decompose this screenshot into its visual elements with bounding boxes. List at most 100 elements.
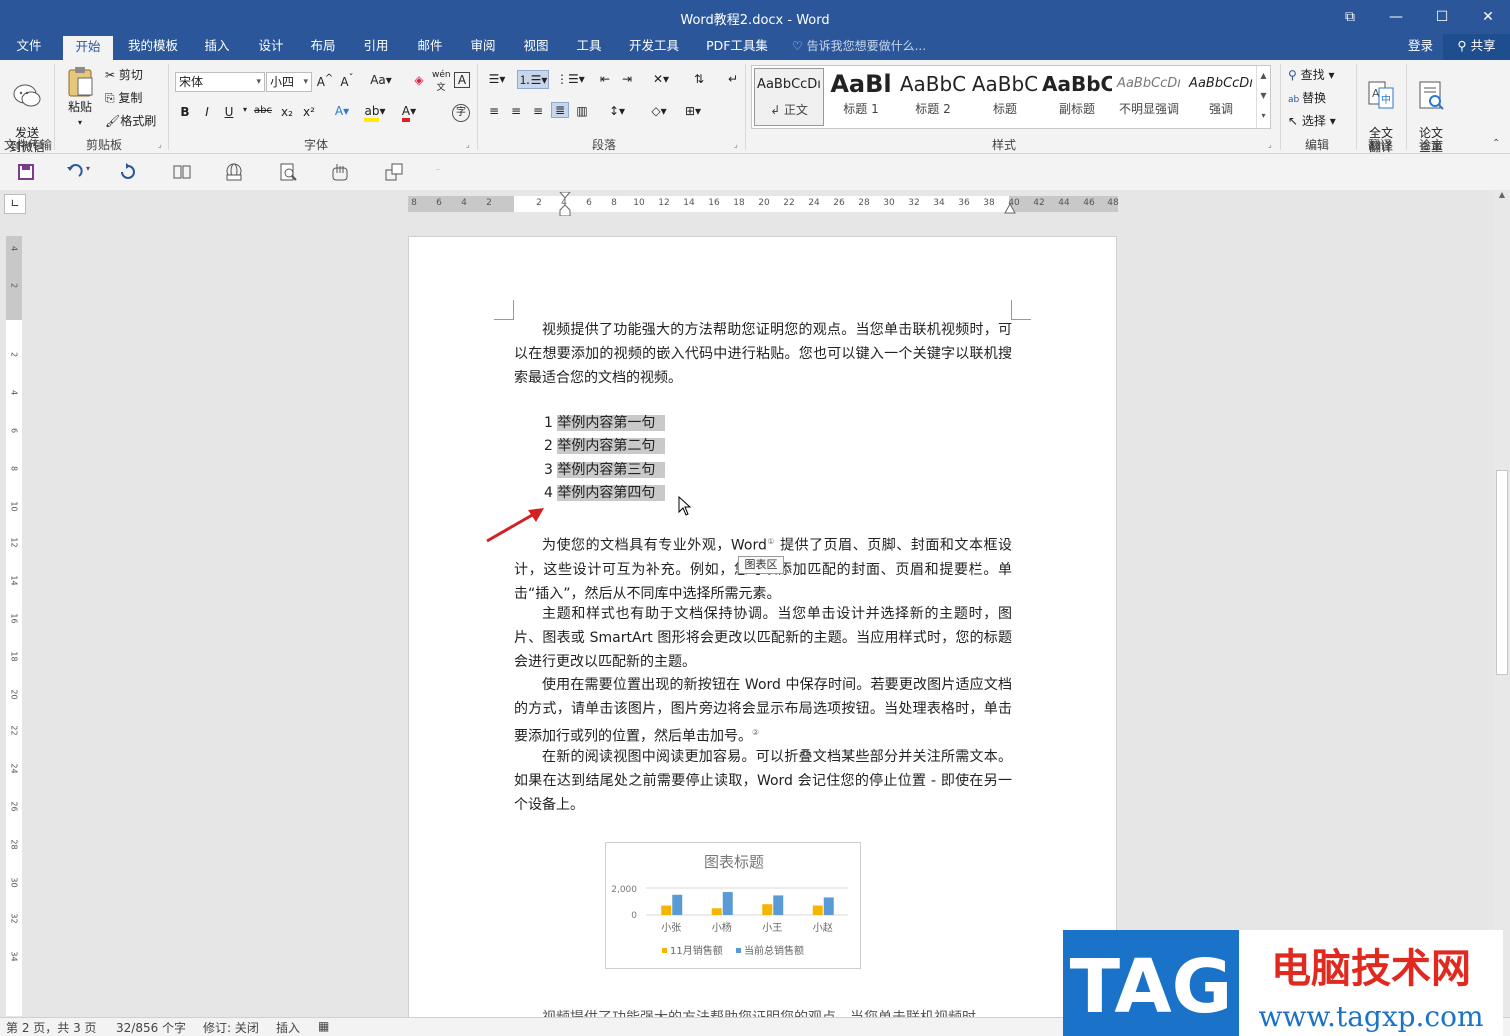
tab-design[interactable]: 设计	[250, 34, 292, 60]
customize-toolbar-icon[interactable]: ⁻	[436, 166, 456, 186]
close-button[interactable]: ✕	[1465, 0, 1510, 34]
minimize-button[interactable]: —	[1373, 0, 1419, 34]
highlight-icon[interactable]: ab▾	[362, 104, 388, 122]
italic-icon[interactable]: I	[198, 105, 216, 119]
style-subtitle[interactable]: AaBbC 副标题	[1042, 68, 1112, 126]
tab-home[interactable]: 开始	[63, 36, 113, 60]
bar-当前总销售额-小张[interactable]	[672, 894, 683, 915]
style-title[interactable]: AaBbC 标题	[970, 68, 1040, 126]
gallery-scrollbar[interactable]: ▲ ▼ ▾	[1256, 66, 1270, 128]
subscript-icon[interactable]: x₂	[278, 105, 296, 119]
web-layout-icon[interactable]	[224, 162, 244, 182]
paragraph-4[interactable]: 使用在需要位置出现的新按钮在 Word 中保存时间。若要更改图片适应文档的方式，…	[514, 673, 1012, 749]
paragraph-6[interactable]: 视频提供了功能强大的方法帮助您证明您的观点。当您单击联机视频时	[514, 1006, 1012, 1017]
paragraph-1[interactable]: 视频提供了功能强大的方法帮助您证明您的观点。当您单击联机视频时，可以在想要添加的…	[514, 318, 1012, 390]
shrink-font-icon[interactable]: Aˇ	[338, 73, 356, 89]
scrollbar-thumb[interactable]	[1496, 470, 1508, 675]
ribbon-display-options-button[interactable]: ⧉	[1327, 0, 1373, 34]
list-item[interactable]: 4 举例内容第四句	[544, 482, 666, 505]
tab-file[interactable]: 文件	[8, 34, 50, 60]
style-subtle-emphasis[interactable]: AaBbCcDı 不明显强调	[1114, 68, 1184, 126]
paste-dropdown-icon[interactable]: ▾	[78, 118, 82, 127]
dialog-launcher-icon[interactable]: ⌟	[158, 140, 162, 149]
chart-title[interactable]: 图表标题	[704, 853, 764, 871]
underline-dropdown-icon[interactable]: ▾	[236, 105, 254, 114]
redo-icon[interactable]	[118, 162, 138, 182]
list-item[interactable]: 3 举例内容第三句	[544, 459, 666, 482]
chevron-down-icon[interactable]: ▼	[1257, 86, 1270, 106]
numbered-list[interactable]: 1 举例内容第一句 2 举例内容第二句 3 举例内容第三句 4 举例内容第四句	[544, 412, 666, 506]
list-item[interactable]: 2 举例内容第二句	[544, 435, 666, 458]
dialog-launcher-icon[interactable]: ⌟	[734, 140, 738, 149]
word-count[interactable]: 32/856 个字	[116, 1019, 186, 1036]
numbering-icon[interactable]: ⒈☰▾	[517, 70, 549, 89]
clear-formatting-icon[interactable]: ◈	[410, 73, 428, 87]
paste-button[interactable]: 粘贴 ▾	[60, 66, 100, 130]
bar-11月销售额-小王[interactable]	[762, 904, 773, 915]
strikethrough-icon[interactable]: abc	[254, 105, 272, 116]
legend-entry[interactable]: 当前总销售额	[744, 944, 804, 957]
save-icon[interactable]	[16, 162, 36, 182]
enclose-character-icon[interactable]: 字	[452, 104, 470, 122]
share-button[interactable]: ⚲ 共享	[1443, 34, 1510, 60]
bar-当前总销售额-小杨[interactable]	[722, 892, 733, 915]
format-painter-button[interactable]: 🖌格式刷	[105, 112, 156, 129]
collapse-ribbon-icon[interactable]: ⌃	[1492, 138, 1500, 149]
touch-mode-icon[interactable]	[330, 162, 350, 182]
bullets-icon[interactable]: ☰▾	[484, 72, 510, 86]
font-size-combo[interactable]: 小四 ▾	[266, 72, 312, 92]
increase-indent-icon[interactable]: ⇥	[618, 72, 636, 86]
find-button[interactable]: ⚲ 查找 ▾	[1288, 66, 1334, 83]
dialog-launcher-icon[interactable]: ⌟	[1268, 140, 1272, 149]
vertical-scrollbar[interactable]: ▲	[1494, 190, 1510, 1017]
align-left-icon[interactable]: ≡	[485, 104, 503, 118]
bar-当前总销售额-小赵[interactable]	[823, 897, 834, 915]
macro-record-icon[interactable]: ▦	[318, 1019, 329, 1033]
borders-icon[interactable]: ⊞▾	[680, 104, 706, 118]
scroll-up-icon[interactable]: ▲	[1494, 190, 1510, 199]
grow-font-icon[interactable]: A^	[316, 73, 334, 89]
bold-icon[interactable]: B	[176, 105, 194, 119]
tab-selector[interactable]: ∟	[4, 194, 26, 214]
tab-layout[interactable]: 布局	[302, 34, 344, 60]
horizontal-ruler[interactable]: 8 6 4 2 2 4 6 8 10 12 14 16 18 20 22 24 …	[408, 192, 1119, 216]
tab-view[interactable]: 视图	[515, 34, 557, 60]
styles-gallery[interactable]: AaBbCcDı ↲ 正文 AaBl 标题 1 AaBbC 标题 2 AaBbC 标题 …	[751, 65, 1271, 129]
font-name-combo[interactable]: 宋体 ▾	[175, 72, 265, 92]
justify-icon[interactable]: ≣	[551, 102, 569, 118]
distributed-icon[interactable]: ▥	[573, 104, 591, 118]
align-right-icon[interactable]: ≡	[529, 104, 547, 118]
style-heading-1[interactable]: AaBl 标题 1	[826, 68, 896, 126]
endnote-marker[interactable]: ①	[767, 537, 775, 546]
tab-references[interactable]: 引用	[355, 34, 397, 60]
change-case-icon[interactable]: Aa▾	[368, 73, 394, 87]
reading-mode-icon[interactable]	[172, 162, 192, 182]
line-spacing-icon[interactable]: ↕▾	[604, 104, 630, 118]
align-center-icon[interactable]: ≡	[507, 104, 525, 118]
tab-my-templates[interactable]: 我的模板	[122, 34, 184, 60]
right-indent-marker-icon[interactable]	[1004, 202, 1016, 214]
maximize-button[interactable]: ☐	[1419, 0, 1465, 34]
select-button[interactable]: ↖ 选择 ▾	[1288, 112, 1336, 129]
insert-mode[interactable]: 插入	[276, 1019, 300, 1036]
print-preview-icon[interactable]	[278, 162, 298, 182]
endnote-marker[interactable]: ②	[752, 728, 759, 737]
paragraph-5[interactable]: 在新的阅读视图中阅读更加容易。可以折叠文档某些部分并关注所需文本。如果在达到结尾…	[514, 745, 1012, 817]
more-icon[interactable]: ▾	[1257, 106, 1270, 126]
cut-button[interactable]: ✂ 剪切	[105, 66, 143, 83]
sort-icon[interactable]: ⇅	[690, 72, 708, 86]
copy-button[interactable]: ⎘ 复制	[105, 89, 142, 106]
vertical-ruler[interactable]: 4 2 2 4 6 8 10 12 14 16 18 20 22 24 26 2…	[6, 236, 22, 1016]
undo-dropdown-icon[interactable]: ▾	[86, 164, 106, 184]
text-effects-icon[interactable]: A▾	[330, 104, 354, 118]
superscript-icon[interactable]: x²	[300, 105, 318, 119]
replace-button[interactable]: ab 替换	[1288, 89, 1326, 106]
phonetic-guide-icon[interactable]: wén 文	[432, 70, 451, 93]
tab-tools[interactable]: 工具	[568, 34, 610, 60]
tab-mailings[interactable]: 邮件	[409, 34, 451, 60]
bar-11月销售额-小张[interactable]	[661, 905, 672, 915]
decrease-indent-icon[interactable]: ⇤	[596, 72, 614, 86]
dialog-launcher-icon[interactable]: ⌟	[466, 140, 470, 149]
style-heading-2[interactable]: AaBbC 标题 2	[898, 68, 968, 126]
multilevel-list-icon[interactable]: ⋮☰▾	[556, 72, 585, 86]
